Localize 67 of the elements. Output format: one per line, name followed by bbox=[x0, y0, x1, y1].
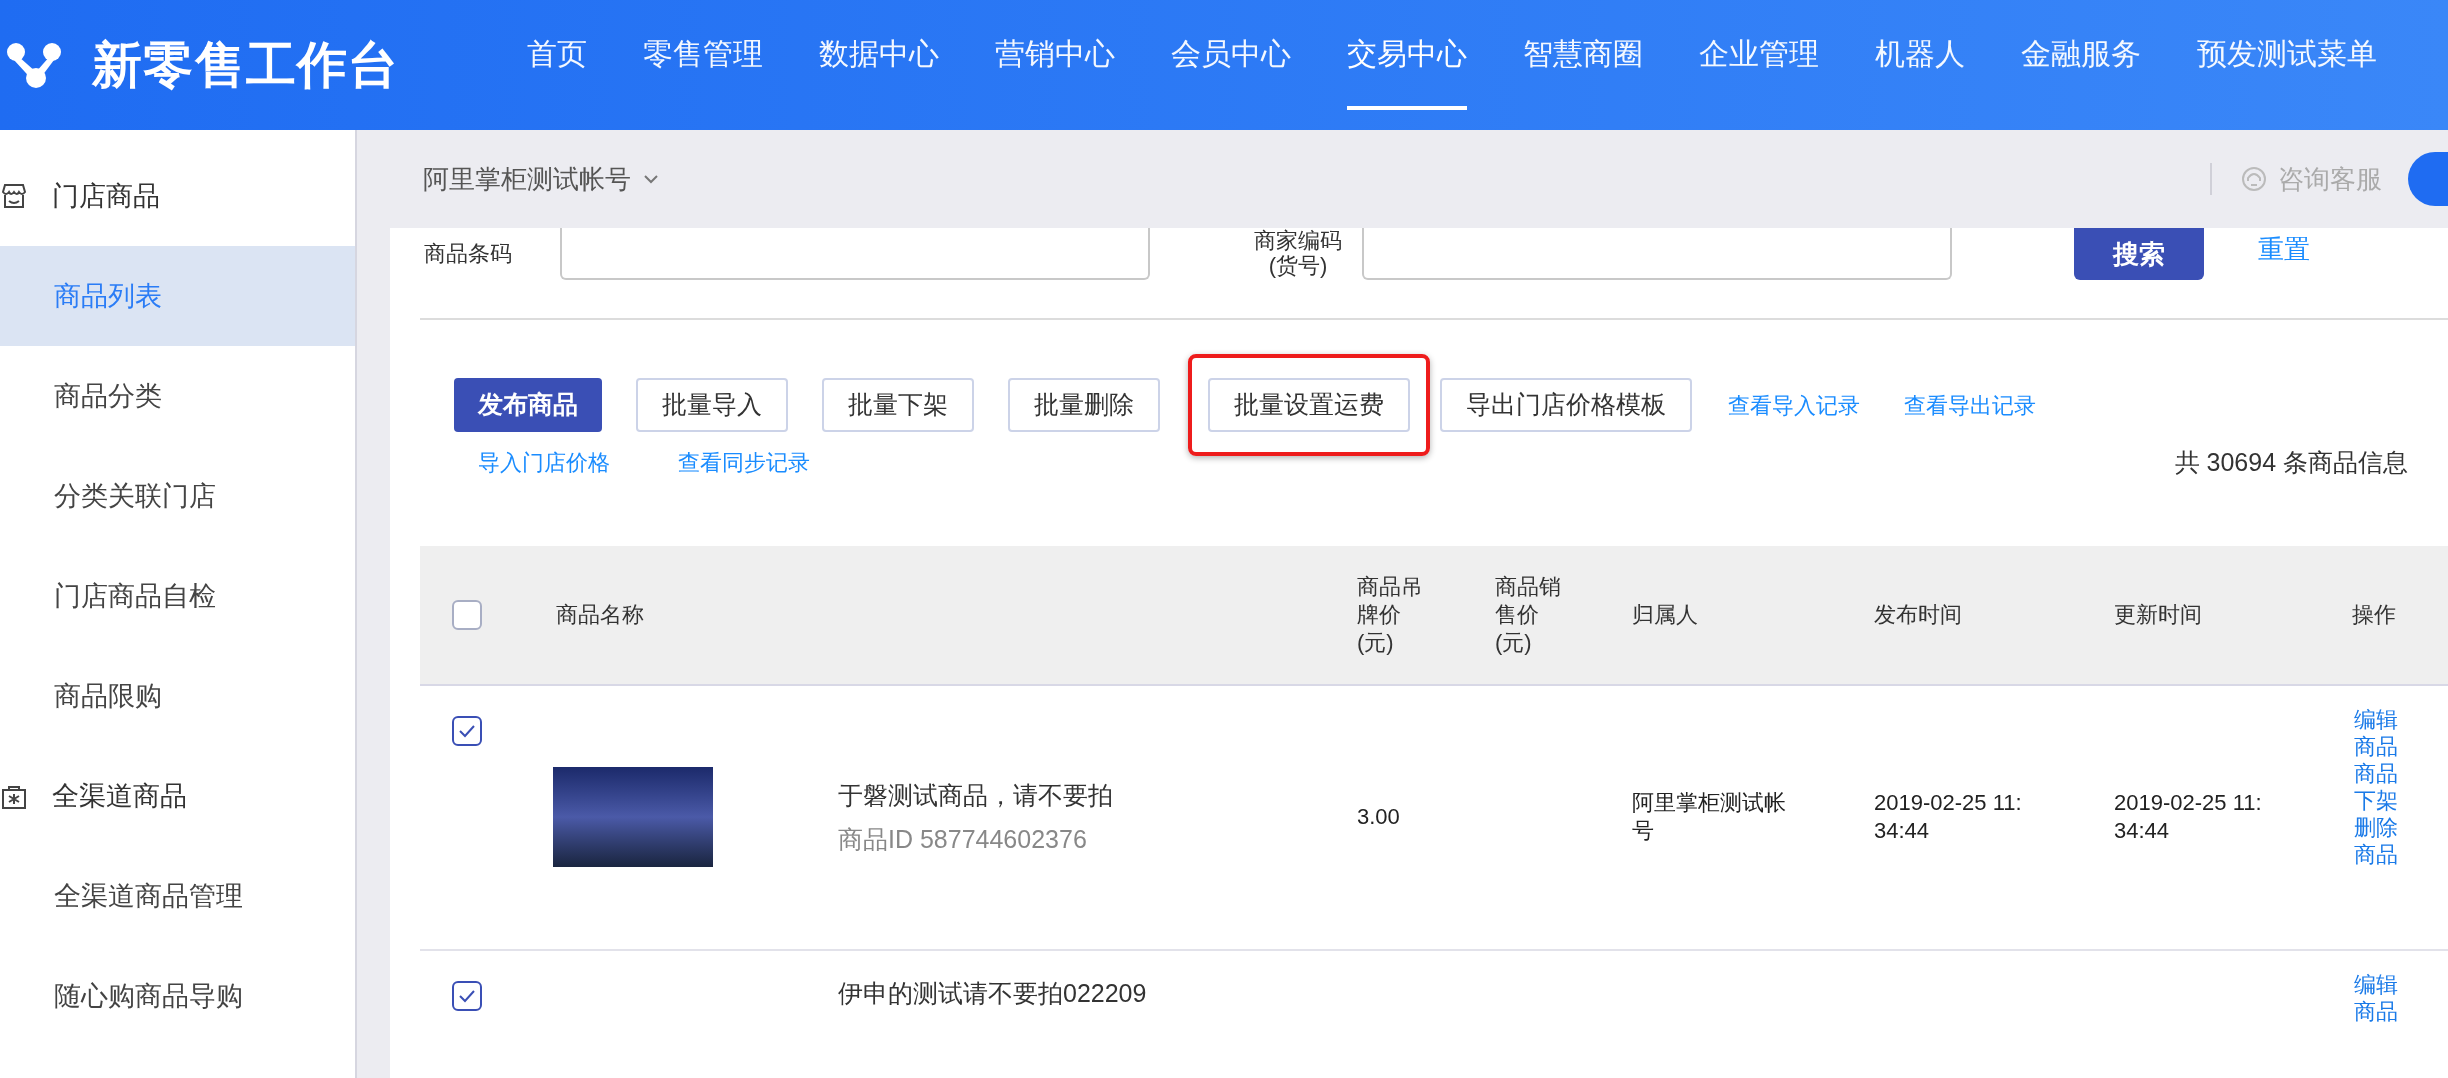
nav-tab[interactable]: 首页 bbox=[527, 0, 587, 110]
toolbar-button[interactable]: 发布商品 bbox=[454, 378, 602, 432]
column-header: 发布时间 bbox=[1874, 600, 1963, 629]
nav-tab[interactable]: 金融服务 bbox=[2021, 0, 2141, 110]
sidebar-item[interactable]: 全渠道商品管理 bbox=[0, 846, 355, 946]
input-field[interactable] bbox=[560, 228, 1150, 280]
avatar[interactable] bbox=[2408, 152, 2448, 206]
store-icon bbox=[0, 182, 28, 210]
action-link[interactable]: 商品下架 bbox=[2354, 759, 2400, 814]
checkbox[interactable] bbox=[452, 980, 482, 1011]
table-cell-text: 2019-02-25 11:34:44 bbox=[2114, 789, 2263, 845]
app-logo-text: 新零售工作台 bbox=[92, 35, 400, 95]
total-count-text: 共 30694 条商品信息 bbox=[2174, 447, 2408, 478]
record-link[interactable]: 查看导出记录 bbox=[1904, 388, 2036, 422]
nav-tab[interactable]: 交易中心 bbox=[1347, 0, 1467, 110]
record-link[interactable]: 导入门店价格 bbox=[478, 446, 610, 480]
action-link[interactable]: 编辑商品 bbox=[2354, 970, 2400, 1025]
product-id: 商品ID 587744602376 bbox=[838, 825, 1088, 853]
headset-icon bbox=[2240, 165, 2268, 193]
record-link[interactable]: 查看同步记录 bbox=[678, 446, 810, 480]
account-dropdown[interactable]: 阿里掌柜测试帐号 bbox=[423, 159, 659, 199]
check-icon bbox=[458, 723, 476, 738]
sidebar-group-title[interactable]: 全渠道商品 bbox=[52, 775, 187, 817]
table-cell-text: 阿里掌柜测试帐号 bbox=[1632, 789, 1787, 845]
nav-tab[interactable]: 预发测试菜单 bbox=[2197, 0, 2377, 110]
nav-tab[interactable]: 机器人 bbox=[1875, 0, 1965, 110]
sidebar-item[interactable]: 商品分类 bbox=[0, 346, 355, 446]
action-link[interactable]: 编辑商品 bbox=[2354, 705, 2400, 760]
logo-icon bbox=[6, 40, 64, 90]
column-header: 更新时间 bbox=[2114, 600, 2203, 629]
product-name: 伊申的测试请不要拍022209 bbox=[838, 978, 1147, 1007]
reset-link[interactable]: 重置 bbox=[2258, 230, 2310, 269]
sidebar-item[interactable]: 商品列表 bbox=[0, 246, 355, 346]
nav-tab[interactable]: 营销中心 bbox=[995, 0, 1115, 110]
column-header: 商品吊牌价(元) bbox=[1357, 572, 1424, 657]
nav-tab[interactable]: 数据中心 bbox=[819, 0, 939, 110]
nav-tab[interactable]: 会员中心 bbox=[1171, 0, 1291, 110]
toolbar-button[interactable]: 批量删除 bbox=[1008, 378, 1160, 432]
action-link[interactable]: 删除商品 bbox=[2354, 813, 2400, 868]
toolbar-button[interactable]: 导出门店价格模板 bbox=[1440, 378, 1692, 432]
toolbar-button[interactable]: 批量下架 bbox=[822, 378, 974, 432]
chevron-down-icon bbox=[643, 174, 659, 184]
sidebar-item[interactable]: 随心购商品导购 bbox=[0, 946, 355, 1046]
sidebar-item[interactable]: 商品限购 bbox=[0, 646, 355, 746]
column-header: 归属人 bbox=[1632, 600, 1699, 629]
checkbox[interactable] bbox=[452, 715, 482, 746]
table-cell-text: 2019-02-25 11:34:44 bbox=[1874, 789, 2023, 845]
record-link[interactable]: 查看导入记录 bbox=[1728, 388, 1860, 422]
sidebar-item[interactable]: 门店商品自检 bbox=[0, 546, 355, 646]
toolbar-button[interactable]: 批量设置运费 bbox=[1208, 378, 1410, 432]
check-icon bbox=[458, 988, 476, 1003]
table-cell: 3.00 bbox=[1357, 803, 1400, 831]
nav-tab[interactable]: 企业管理 bbox=[1699, 0, 1819, 110]
search-button[interactable]: 搜索 bbox=[2074, 228, 2204, 280]
checkbox[interactable] bbox=[452, 599, 482, 630]
field-label: 商品条码 bbox=[423, 240, 513, 268]
product-name: 于磐测试商品，请不要拍 bbox=[838, 781, 1114, 809]
nav-tab[interactable]: 智慧商圈 bbox=[1523, 0, 1643, 110]
input-field[interactable] bbox=[1362, 228, 1952, 280]
sidebar-item[interactable]: 分类关联门店 bbox=[0, 446, 355, 546]
column-header: 商品名称 bbox=[556, 600, 645, 629]
toolbar-button[interactable]: 批量导入 bbox=[636, 378, 788, 432]
column-header: 操作 bbox=[2352, 600, 2397, 629]
field-label: 商家编码(货号) bbox=[1253, 228, 1343, 278]
nav-tab[interactable]: 零售管理 bbox=[643, 0, 763, 110]
sidebar-group-title[interactable]: 门店商品 bbox=[52, 175, 160, 217]
column-header: 商品销售价(元) bbox=[1495, 572, 1562, 657]
